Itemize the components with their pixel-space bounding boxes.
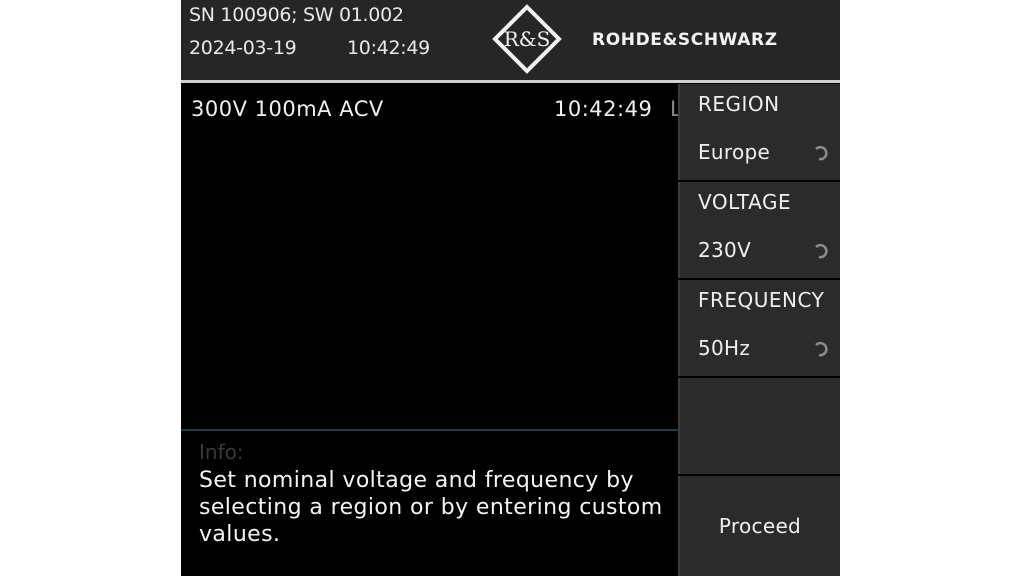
softkey-panel: REGION Europe VOLTAGE 230V FREQUENCY 50H… bbox=[678, 84, 840, 576]
status-clipped-text: L bbox=[670, 97, 678, 121]
brand-name: ROHDE&SCHWARZ bbox=[592, 30, 778, 50]
proceed-button-label: Proceed bbox=[718, 514, 802, 538]
softkey-frequency-value: 50Hz bbox=[698, 336, 751, 360]
status-bar: 300V 100mA ACV 10:42:49 L bbox=[181, 84, 678, 130]
softkey-voltage-value: 230V bbox=[698, 238, 752, 262]
proceed-button[interactable]: Proceed bbox=[678, 476, 840, 576]
header-date: 2024-03-19 bbox=[189, 37, 297, 59]
main-display-area bbox=[181, 131, 678, 428]
rs-logo-icon: R&S bbox=[492, 4, 562, 74]
softkey-region[interactable]: REGION Europe bbox=[678, 84, 840, 180]
softkey-frequency-title: FREQUENCY bbox=[698, 288, 825, 312]
softkey-region-title: REGION bbox=[698, 92, 780, 116]
softkey-frequency[interactable]: FREQUENCY 50Hz bbox=[678, 280, 840, 376]
header-bar: SN 100906; SW 01.002 2024-03-19 10:42:49… bbox=[181, 0, 840, 80]
logo-letters: R&S bbox=[504, 27, 551, 51]
rotary-knob-icon bbox=[815, 145, 828, 161]
measurement-range: 300V 100mA ACV bbox=[191, 97, 384, 121]
info-label: Info: bbox=[199, 440, 244, 464]
softkey-empty[interactable] bbox=[678, 378, 840, 474]
info-panel: Info: Set nominal voltage and frequency … bbox=[181, 431, 678, 576]
softkey-voltage[interactable]: VOLTAGE 230V bbox=[678, 182, 840, 278]
softkey-empty-label bbox=[680, 378, 840, 474]
status-time: 10:42:49 bbox=[554, 97, 653, 121]
serial-firmware-label: SN 100906; SW 01.002 bbox=[189, 4, 404, 26]
rotary-knob-icon bbox=[815, 243, 828, 259]
instrument-screen: SN 100906; SW 01.002 2024-03-19 10:42:49… bbox=[181, 0, 840, 576]
header-time: 10:42:49 bbox=[347, 37, 430, 59]
header-divider bbox=[181, 80, 840, 83]
rotary-knob-icon bbox=[815, 341, 828, 357]
softkey-region-value: Europe bbox=[698, 140, 771, 164]
info-message: Set nominal voltage and frequency by sel… bbox=[199, 468, 663, 547]
softkey-voltage-title: VOLTAGE bbox=[698, 190, 792, 214]
